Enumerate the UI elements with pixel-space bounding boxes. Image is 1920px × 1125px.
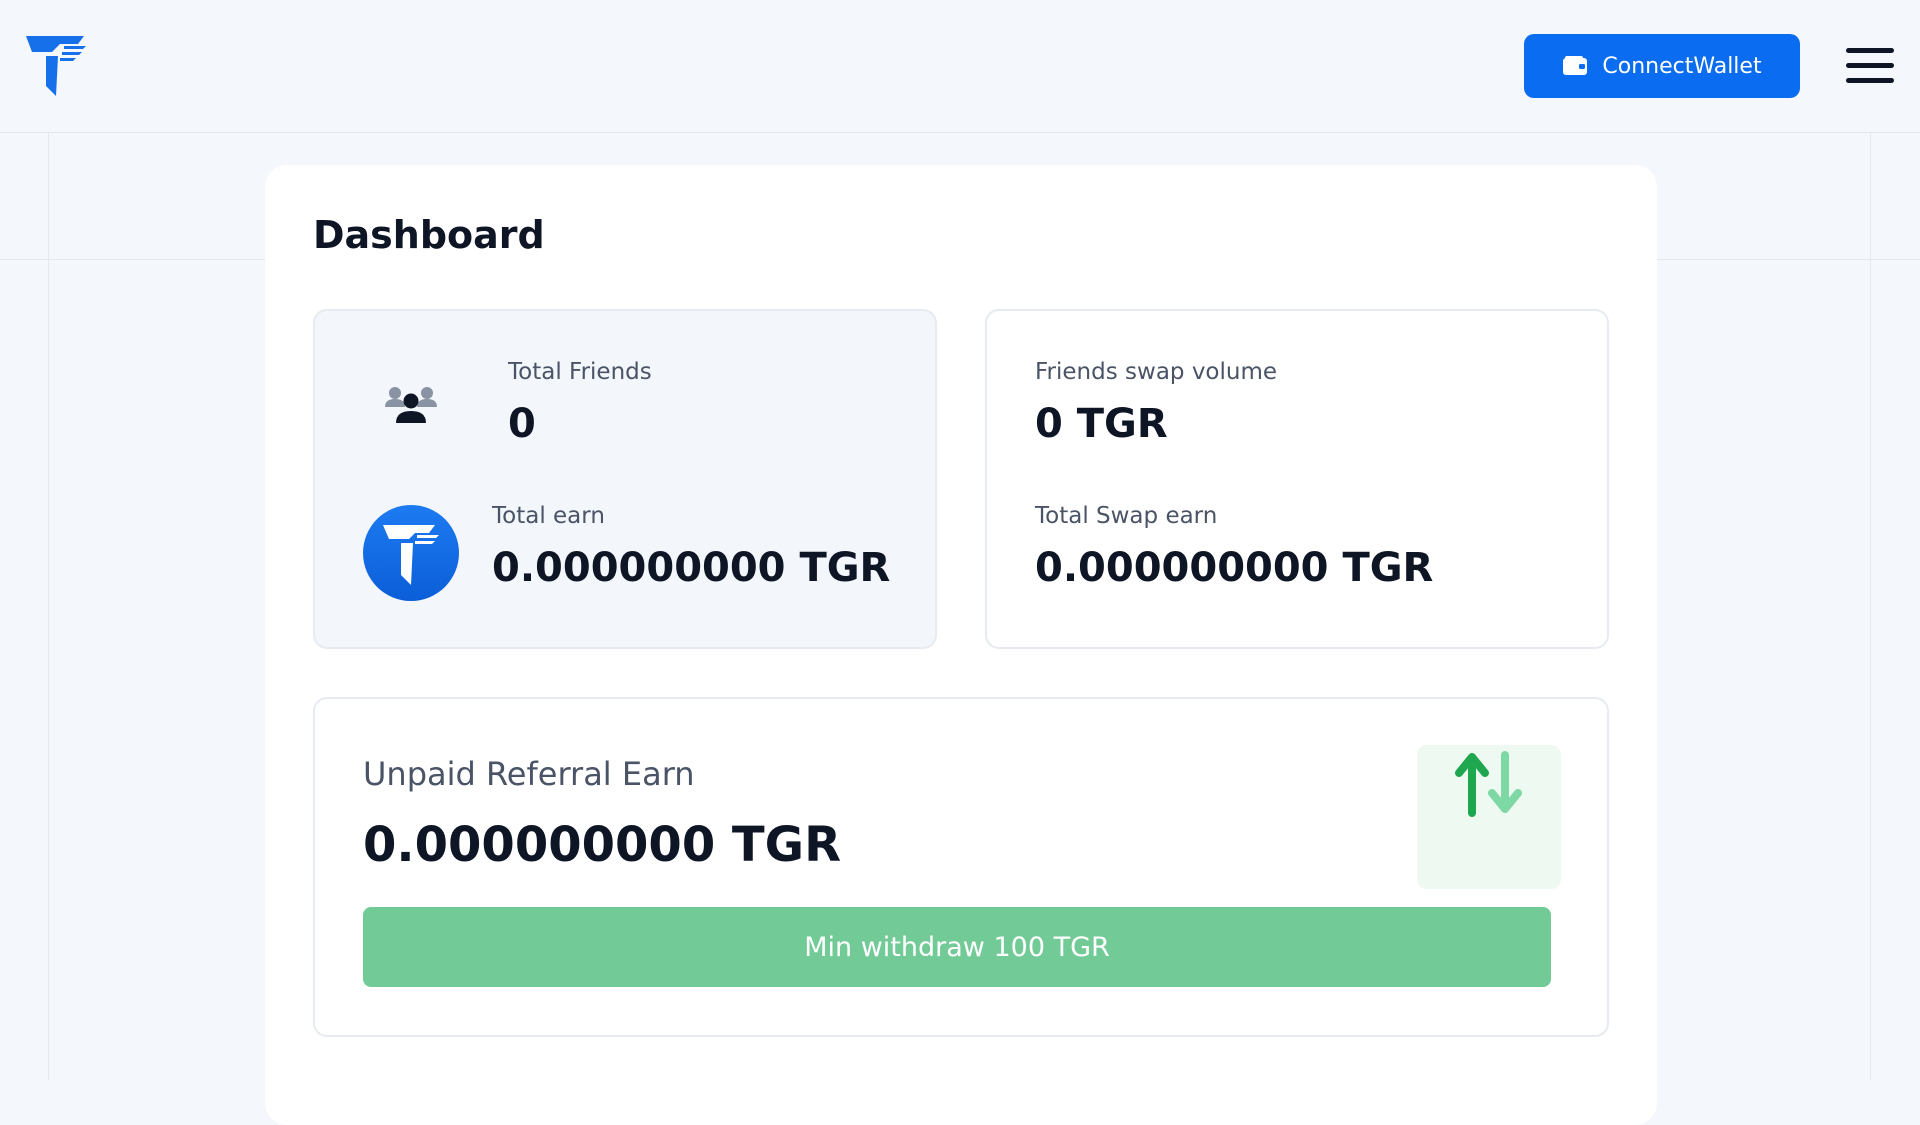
total-swap-earn-value: 0.000000000 TGR <box>1035 545 1434 591</box>
unpaid-referral-label: Unpaid Referral Earn <box>363 755 695 793</box>
page-title: Dashboard <box>313 213 545 257</box>
users-group-icon <box>385 383 437 429</box>
friends-stats-panel: Total Friends 0 Total earn 0.000000000 T… <box>313 309 937 649</box>
hamburger-menu-icon[interactable] <box>1846 46 1896 86</box>
grid-line <box>1870 133 1871 1080</box>
connect-wallet-label: ConnectWallet <box>1602 53 1762 79</box>
wallet-icon <box>1562 55 1588 77</box>
menu-bar <box>1846 48 1894 53</box>
menu-bar <box>1846 78 1894 83</box>
total-earn-label: Total earn <box>492 503 605 529</box>
tgr-token-icon <box>363 505 459 601</box>
total-swap-earn-label: Total Swap earn <box>1035 503 1218 529</box>
brand-logo-icon[interactable] <box>24 32 88 100</box>
min-withdraw-button[interactable]: Min withdraw 100 TGR <box>363 907 1551 987</box>
swap-stats-panel: Friends swap volume 0 TGR Total Swap ear… <box>985 309 1609 649</box>
dashboard-card: Dashboard Total Friends 0 Total earn 0.0… <box>265 165 1657 1125</box>
total-friends-value: 0 <box>508 401 536 447</box>
menu-bar <box>1846 63 1894 68</box>
friends-swap-volume-label: Friends swap volume <box>1035 359 1278 385</box>
unpaid-referral-panel: Unpaid Referral Earn 0.000000000 TGR Min… <box>313 697 1609 1037</box>
friends-swap-volume-value: 0 TGR <box>1035 401 1168 447</box>
swap-arrows-icon <box>1417 745 1561 889</box>
total-earn-value: 0.000000000 TGR <box>492 545 891 591</box>
unpaid-referral-value: 0.000000000 TGR <box>363 817 842 873</box>
total-friends-label: Total Friends <box>508 359 652 385</box>
top-header: ConnectWallet <box>0 0 1920 133</box>
connect-wallet-button[interactable]: ConnectWallet <box>1524 34 1800 98</box>
grid-line <box>48 133 49 1080</box>
